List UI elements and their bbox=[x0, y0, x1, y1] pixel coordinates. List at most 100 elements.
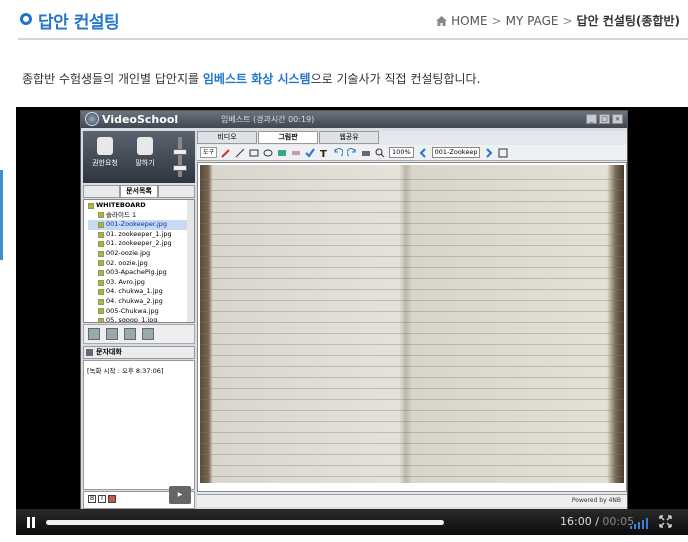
prev-page-icon[interactable] bbox=[418, 147, 428, 158]
paper-line bbox=[200, 322, 624, 323]
chat-input-bar[interactable]: B I ▶ bbox=[83, 486, 195, 509]
save-icon[interactable] bbox=[124, 328, 136, 340]
file-icon bbox=[98, 260, 104, 267]
chat-log: [녹화 시작 : 오후 8:37:06] bbox=[83, 360, 195, 490]
volume-icon[interactable] bbox=[630, 517, 648, 529]
tab-users[interactable] bbox=[83, 185, 121, 198]
maximize-icon[interactable]: □ bbox=[599, 114, 610, 124]
list-item-label: 005-Chukwa.jpg bbox=[106, 306, 159, 315]
list-item-label: 03. Avro.jpg bbox=[106, 277, 145, 286]
paper-line bbox=[200, 454, 624, 455]
file-icon bbox=[98, 221, 104, 228]
next-page-icon[interactable] bbox=[484, 147, 494, 158]
ellipse-icon[interactable] bbox=[263, 148, 273, 158]
breadcrumb-home-link[interactable]: HOME bbox=[451, 14, 487, 28]
intro-after: 으로 기술사가 직접 컨설팅합니다. bbox=[310, 72, 481, 86]
breadcrumb-mypage-link[interactable]: MY PAGE bbox=[506, 14, 559, 28]
paper-line bbox=[200, 190, 624, 191]
page-select[interactable]: 001-Zookeep bbox=[431, 147, 481, 158]
volume-sliders[interactable] bbox=[169, 135, 191, 179]
paper-line bbox=[200, 201, 624, 202]
expand-icon[interactable] bbox=[498, 148, 508, 158]
fill-icon[interactable] bbox=[277, 148, 287, 158]
send-button[interactable]: ▶ bbox=[169, 486, 191, 504]
paper-line bbox=[200, 432, 624, 433]
close-icon[interactable]: × bbox=[612, 114, 623, 124]
document-canvas[interactable] bbox=[197, 162, 627, 492]
tab-paint[interactable]: 그림판 bbox=[258, 131, 318, 144]
line-icon[interactable] bbox=[235, 148, 245, 158]
list-item[interactable]: 002-oozie.jpg bbox=[88, 249, 194, 259]
text-icon[interactable]: T bbox=[319, 148, 329, 158]
tab-documents[interactable]: 문서목록 bbox=[120, 185, 158, 198]
window-title: 임베스트 (경과시간 00:19) bbox=[221, 115, 315, 124]
fullscreen-icon[interactable] bbox=[659, 515, 672, 528]
list-item[interactable]: 04. chukwa_1.jpg bbox=[88, 287, 194, 297]
list-item-label: 002-oozie.jpg bbox=[106, 248, 151, 257]
tab-video[interactable]: 비디오 bbox=[197, 131, 257, 144]
logo-icon bbox=[85, 112, 99, 126]
paper-line bbox=[200, 267, 624, 268]
pen-icon[interactable] bbox=[221, 148, 231, 158]
speak-button[interactable]: 말하기 bbox=[127, 137, 163, 177]
home-icon bbox=[436, 15, 448, 26]
document-list-scrollbar[interactable] bbox=[187, 200, 194, 322]
list-item[interactable]: 05. sqoop_1.jpg bbox=[88, 316, 194, 323]
tool-menu-button[interactable]: 도구 bbox=[200, 147, 218, 158]
list-item[interactable]: 01. zookeeper_2.jpg bbox=[88, 239, 194, 249]
zoom-select[interactable]: 100% bbox=[389, 147, 414, 158]
pause-button[interactable] bbox=[26, 517, 36, 528]
paper-line bbox=[200, 289, 624, 290]
folder-icon[interactable] bbox=[106, 328, 118, 340]
file-icon bbox=[98, 317, 104, 322]
paper-line bbox=[200, 245, 624, 246]
list-item[interactable]: 02. oozie.jpg bbox=[88, 259, 194, 269]
list-item-label: 02. oozie.jpg bbox=[106, 258, 148, 267]
color-icon[interactable] bbox=[108, 495, 116, 503]
rectangle-icon[interactable] bbox=[249, 148, 259, 158]
list-item[interactable]: 005-Chukwa.jpg bbox=[88, 307, 194, 317]
intro-before: 종합반 수험생들의 개인별 답안지를 bbox=[22, 72, 203, 86]
zoom-in-icon[interactable] bbox=[375, 148, 385, 158]
print-icon[interactable] bbox=[361, 148, 371, 158]
paper-line bbox=[200, 223, 624, 224]
volume-bar bbox=[630, 526, 632, 529]
eraser-icon[interactable] bbox=[291, 148, 301, 158]
italic-icon[interactable]: I bbox=[98, 495, 106, 503]
check-icon[interactable] bbox=[305, 147, 315, 158]
paper-line bbox=[200, 333, 624, 334]
paper-line bbox=[200, 476, 624, 477]
chevron-right-icon: > bbox=[562, 13, 573, 28]
tab-other[interactable] bbox=[157, 185, 195, 198]
list-item[interactable]: 슬라이드 1 bbox=[88, 211, 194, 221]
list-item[interactable]: 03. Avro.jpg bbox=[88, 278, 194, 288]
document-tools bbox=[83, 324, 195, 344]
file-icon bbox=[98, 250, 104, 257]
list-item[interactable]: 001-Zookeeper.jpg bbox=[88, 220, 194, 230]
list-item-label: 05. sqoop_1.jpg bbox=[106, 316, 158, 323]
tab-webshare[interactable]: 웹공유 bbox=[319, 131, 379, 144]
file-icon bbox=[98, 231, 104, 238]
list-item[interactable]: 04. chukwa_2.jpg bbox=[88, 297, 194, 307]
new-document-icon[interactable] bbox=[88, 328, 100, 340]
list-item[interactable]: 01. zookeeper_1.jpg bbox=[88, 230, 194, 240]
delete-icon[interactable] bbox=[142, 328, 154, 340]
list-item[interactable]: WHITEBOARD bbox=[88, 201, 194, 211]
list-item-label: 01. zookeeper_1.jpg bbox=[106, 229, 172, 238]
header-divider bbox=[18, 38, 688, 40]
request-permission-button[interactable]: 권한요청 bbox=[87, 137, 123, 177]
intro-text: 종합반 수험생들의 개인별 답안지를 임베스트 화상 시스템으로 기술사가 직접… bbox=[22, 70, 480, 87]
app-logo: VideoSchool bbox=[85, 112, 178, 126]
video-screen[interactable]: 임베스트 (경과시간 00:19) VideoSchool _ □ × 권한요청… bbox=[80, 110, 628, 510]
powered-by: Powered by 4NB bbox=[197, 494, 627, 507]
minimize-icon[interactable]: _ bbox=[586, 114, 597, 124]
bold-icon[interactable]: B bbox=[88, 495, 96, 503]
chat-message: [녹화 시작 : 오후 8:37:06] bbox=[87, 367, 164, 375]
microphone-icon bbox=[137, 137, 153, 155]
redo-icon[interactable] bbox=[347, 147, 357, 158]
list-item-label: 슬라이드 1 bbox=[106, 210, 137, 219]
undo-icon[interactable] bbox=[333, 147, 344, 158]
list-item[interactable]: 003-ApachePig.jpg bbox=[88, 268, 194, 278]
list-item-label: 04. chukwa_1.jpg bbox=[106, 287, 163, 296]
progress-bar[interactable] bbox=[46, 520, 444, 525]
